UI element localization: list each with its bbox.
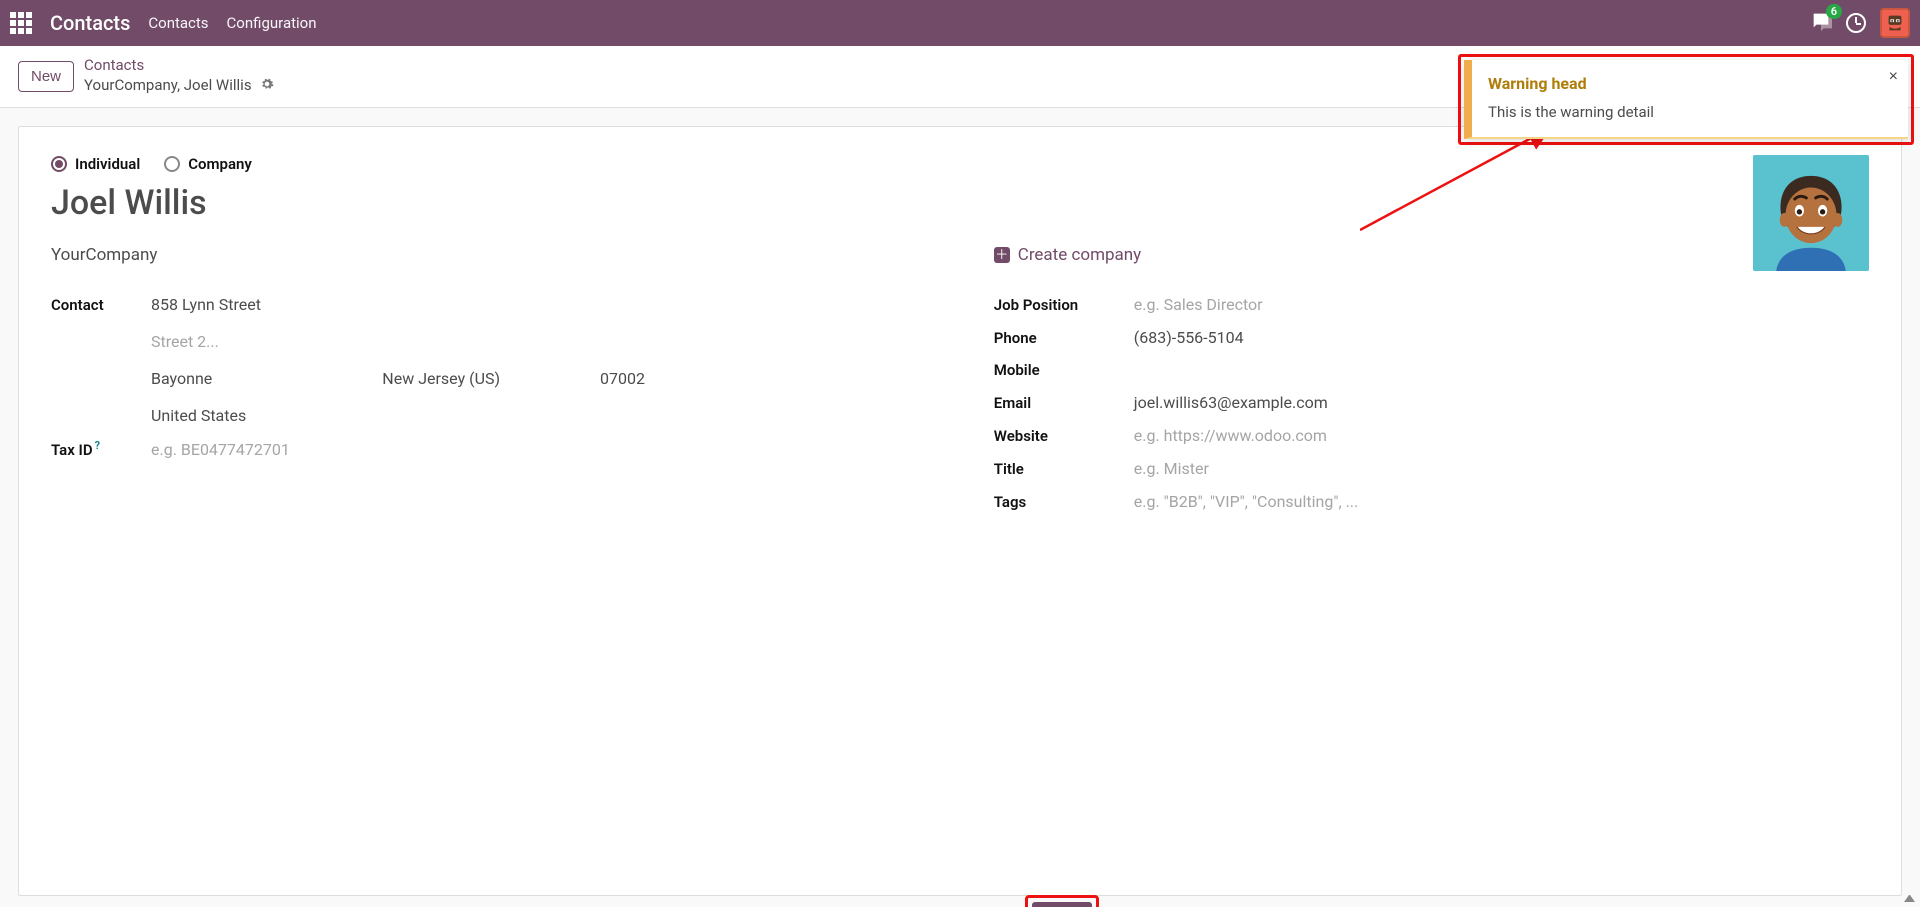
apps-icon[interactable]: [10, 12, 32, 34]
form-columns: YourCompany Contact 858 Lynn Street Stre…: [51, 245, 1869, 525]
taxid-input[interactable]: e.g. BE0477472701: [151, 440, 290, 459]
test-button[interactable]: Test: [1032, 902, 1092, 907]
activity-icon[interactable]: [1846, 13, 1866, 33]
field-taxid: Tax ID? e.g. BE0477472701: [51, 439, 944, 459]
street1-input[interactable]: 858 Lynn Street: [151, 295, 944, 314]
toast-highlight: Warning head This is the warning detail …: [1458, 54, 1914, 145]
contact-name-input[interactable]: Joel Willis: [51, 183, 1869, 223]
contact-avatar[interactable]: [1753, 155, 1869, 271]
right-column: ＋ Create company Job Position e.g. Sales…: [994, 245, 1869, 525]
create-company-button[interactable]: ＋ Create company: [994, 245, 1869, 265]
field-contact-address: Contact 858 Lynn Street Street 2... Bayo…: [51, 295, 944, 425]
website-input[interactable]: e.g. https://www.odoo.com: [1134, 426, 1327, 445]
warning-toast: Warning head This is the warning detail …: [1464, 60, 1908, 139]
nav-left: Contacts Contacts Configuration: [10, 11, 317, 35]
close-icon[interactable]: ×: [1889, 68, 1898, 86]
field-mobile: Mobile: [994, 361, 1869, 379]
label-mobile: Mobile: [994, 361, 1134, 379]
email-input[interactable]: joel.willis63@example.com: [1134, 393, 1328, 412]
new-button[interactable]: New: [18, 61, 74, 92]
create-company-label: Create company: [1018, 245, 1141, 265]
label-title: Title: [994, 460, 1134, 478]
field-phone: Phone (683)-556-5104: [994, 328, 1869, 347]
top-navbar: Contacts Contacts Configuration 6: [0, 0, 1920, 46]
test-button-highlight: Test: [1025, 895, 1099, 907]
zip-input[interactable]: 07002: [600, 369, 645, 388]
messaging-icon[interactable]: 6: [1810, 10, 1832, 36]
nav-link-contacts[interactable]: Contacts: [148, 14, 208, 32]
app-brand: Contacts: [50, 11, 130, 35]
left-column: YourCompany Contact 858 Lynn Street Stre…: [51, 245, 944, 525]
nav-right: 6: [1810, 8, 1910, 38]
field-title: Title e.g. Mister: [994, 459, 1869, 478]
state-input[interactable]: New Jersey (US): [382, 369, 500, 388]
toast-title: Warning head: [1488, 74, 1892, 93]
radio-company[interactable]: Company: [164, 155, 252, 173]
plus-icon: ＋: [994, 247, 1010, 263]
label-email: Email: [994, 394, 1134, 412]
nav-link-configuration[interactable]: Configuration: [227, 14, 317, 32]
scrollbar-down-icon[interactable]: [1901, 888, 1918, 905]
address-block: 858 Lynn Street Street 2... Bayonne New …: [151, 295, 944, 425]
parent-company-input[interactable]: YourCompany: [51, 245, 944, 265]
form-wrap: Individual Company Joel Willis YourCompa…: [0, 108, 1920, 907]
company-type-radio-group: Individual Company: [51, 155, 1869, 173]
label-tags: Tags: [994, 493, 1134, 511]
label-website: Website: [994, 427, 1134, 445]
radio-individual-label: Individual: [75, 155, 140, 173]
tags-input[interactable]: e.g. "B2B", "VIP", "Consulting", ...: [1134, 492, 1358, 511]
radio-company-label: Company: [188, 155, 252, 173]
label-taxid-text: Tax ID: [51, 441, 93, 459]
message-count-badge: 6: [1826, 4, 1842, 19]
field-job: Job Position e.g. Sales Director: [994, 295, 1869, 314]
radio-dot-icon: [164, 156, 180, 172]
label-phone: Phone: [994, 329, 1134, 347]
breadcrumb-parent[interactable]: Contacts: [84, 56, 274, 76]
field-website: Website e.g. https://www.odoo.com: [994, 426, 1869, 445]
phone-input[interactable]: (683)-556-5104: [1134, 328, 1244, 347]
job-input[interactable]: e.g. Sales Director: [1134, 295, 1263, 314]
field-tags: Tags e.g. "B2B", "VIP", "Consulting", ..…: [994, 492, 1869, 511]
form-sheet: Individual Company Joel Willis YourCompa…: [18, 126, 1902, 896]
city-state-zip: Bayonne New Jersey (US) 07002: [151, 369, 944, 388]
help-icon[interactable]: ?: [95, 439, 100, 452]
street2-input[interactable]: Street 2...: [151, 332, 944, 351]
breadcrumb-current: YourCompany, Joel Willis: [84, 76, 252, 96]
title-input[interactable]: e.g. Mister: [1134, 459, 1209, 478]
label-taxid: Tax ID?: [51, 439, 151, 459]
label-job: Job Position: [994, 296, 1134, 314]
breadcrumb: Contacts YourCompany, Joel Willis: [84, 56, 274, 96]
user-avatar[interactable]: [1880, 8, 1910, 38]
country-input[interactable]: United States: [151, 406, 944, 425]
gear-icon[interactable]: [260, 76, 274, 97]
radio-dot-icon: [51, 156, 67, 172]
label-contact: Contact: [51, 296, 151, 314]
field-email: Email joel.willis63@example.com: [994, 393, 1869, 412]
radio-individual[interactable]: Individual: [51, 155, 140, 173]
city-input[interactable]: Bayonne: [151, 369, 212, 388]
toast-body: This is the warning detail: [1488, 103, 1892, 121]
